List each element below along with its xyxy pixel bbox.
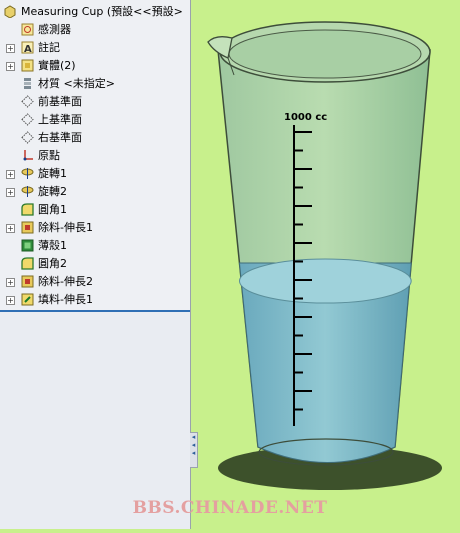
tree-item[interactable]: + 實體(2) xyxy=(0,57,190,75)
cup-rim-inner xyxy=(228,29,422,79)
tree-item-label: 原點 xyxy=(38,149,60,162)
tree-item-label: 右基準面 xyxy=(38,131,82,144)
tree-item[interactable]: 感測器 xyxy=(0,21,190,39)
tree-item[interactable]: 右基準面 xyxy=(0,129,190,147)
origin-icon xyxy=(21,149,34,162)
watermark-text: BBS.CHINADE.NET xyxy=(132,498,328,518)
tree-item-label: 前基準面 xyxy=(38,95,82,108)
plane-icon xyxy=(21,113,34,126)
tree-item[interactable]: 薄殼1 xyxy=(0,237,190,255)
annotation-icon: A xyxy=(21,41,34,55)
graphics-viewport[interactable]: 1000 cc xyxy=(198,0,460,529)
tree-item[interactable]: + 旋轉1 xyxy=(0,165,190,183)
tree-item-label: 旋轉2 xyxy=(38,185,67,198)
tree-item[interactable]: 圓角1 xyxy=(0,201,190,219)
tree-item[interactable]: 材質 <未指定> xyxy=(0,75,190,93)
expand-toggle[interactable]: + xyxy=(6,62,15,71)
tree-item-label: 旋轉1 xyxy=(38,167,67,180)
material-icon xyxy=(21,77,34,90)
tree-item[interactable]: 上基準面 xyxy=(0,111,190,129)
svg-text:A: A xyxy=(24,44,32,54)
fillet-icon xyxy=(21,203,34,216)
tree-item-label: 除料-伸長1 xyxy=(38,221,93,234)
expand-toggle[interactable]: + xyxy=(6,170,15,179)
tree-item-label: 感測器 xyxy=(38,23,71,36)
tree-item-label: 實體(2) xyxy=(38,59,76,72)
property-area xyxy=(0,312,190,529)
scale-label: 1000 cc xyxy=(284,112,327,123)
tree-item-label: 註記 xyxy=(38,41,60,54)
tree-item[interactable]: 前基準面 xyxy=(0,93,190,111)
tree-item-label: 薄殼1 xyxy=(38,239,67,252)
tree-item[interactable]: + A 註記 xyxy=(0,39,190,57)
tree-item-label: 填料-伸長1 xyxy=(38,293,93,306)
tree-item[interactable]: + 除料-伸長1 xyxy=(0,219,190,237)
solid-bodies-icon xyxy=(21,59,34,72)
sensor-icon xyxy=(21,23,34,36)
expand-toggle[interactable]: + xyxy=(6,44,15,53)
tree-item[interactable]: 圓角2 xyxy=(0,255,190,273)
liquid xyxy=(238,258,412,463)
boss-extrude-icon xyxy=(21,293,34,306)
tree-root-part[interactable]: Measuring Cup (預設<<預設> xyxy=(0,3,190,21)
plane-icon xyxy=(21,131,34,144)
tree-item-label: 圓角2 xyxy=(38,257,67,270)
liquid-surface xyxy=(238,258,412,304)
revolve-icon xyxy=(21,167,34,180)
feature-manager-panel: Measuring Cup (預設<<預設> 感測器 + A 註記 + 實體(2) 材質 <未… xyxy=(0,0,191,529)
measuring-cup-model: 1000 cc xyxy=(207,21,442,490)
tree-item[interactable]: + 旋轉2 xyxy=(0,183,190,201)
shell-icon xyxy=(21,239,34,252)
cut-extrude-icon xyxy=(21,275,34,288)
tree-item-label: 上基準面 xyxy=(38,113,82,126)
tree-item[interactable]: + 填料-伸長1 xyxy=(0,291,190,309)
expand-toggle[interactable]: + xyxy=(6,188,15,197)
panel-splitter-handle[interactable]: ◂ ◂ ◂ xyxy=(190,432,198,468)
expand-toggle[interactable]: + xyxy=(6,278,15,287)
tree-item-label: 材質 <未指定> xyxy=(38,77,115,90)
tree-item[interactable]: 原點 xyxy=(0,147,190,165)
plane-icon xyxy=(21,95,34,108)
revolve-icon xyxy=(21,185,34,198)
cut-extrude-icon xyxy=(21,221,34,234)
tree-item-label: 除料-伸長2 xyxy=(38,275,93,288)
expand-toggle[interactable]: + xyxy=(6,296,15,305)
part-icon xyxy=(3,5,16,19)
tree-item[interactable]: + 除料-伸長2 xyxy=(0,273,190,291)
tree-item-label: 圓角1 xyxy=(38,203,67,216)
tree-item-label: Measuring Cup (預設<<預設> xyxy=(21,5,183,18)
expand-toggle[interactable]: + xyxy=(6,224,15,233)
fillet-icon xyxy=(21,257,34,270)
